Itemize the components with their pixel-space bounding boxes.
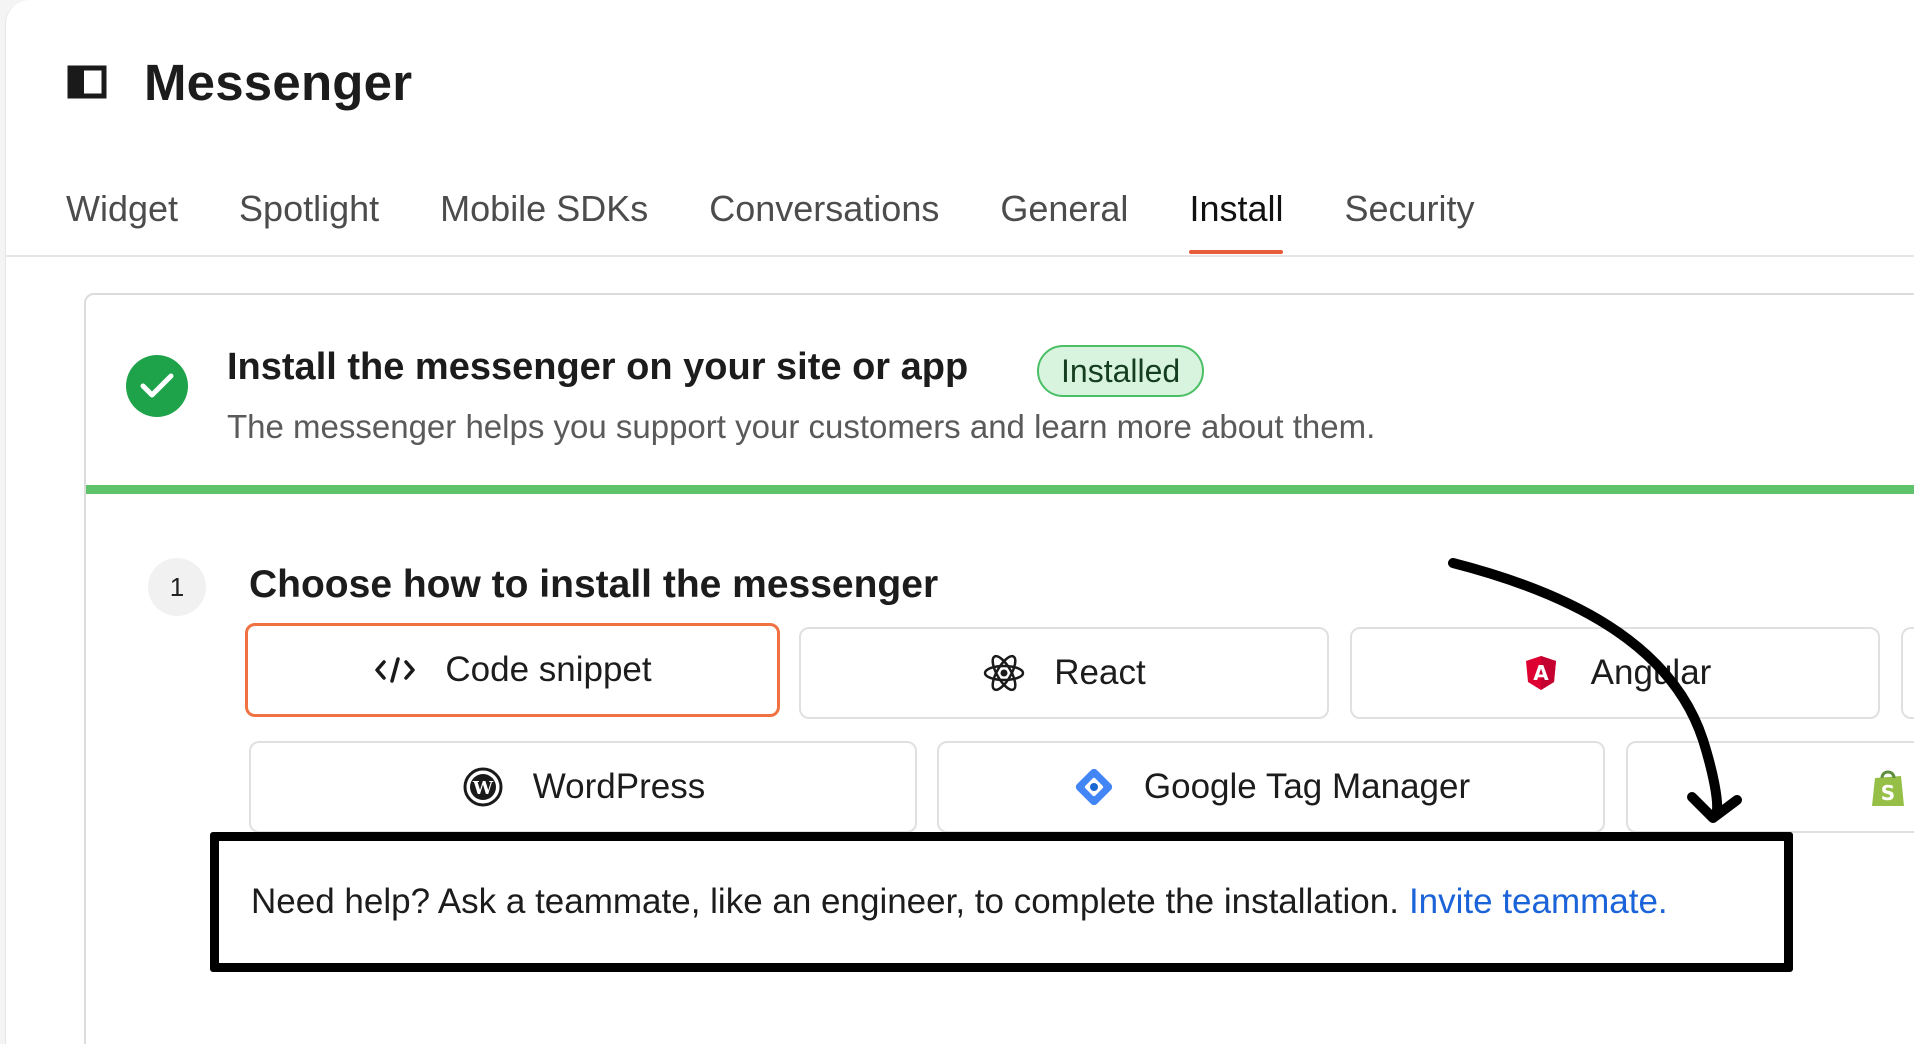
wordpress-icon: W <box>461 765 505 809</box>
tab-general[interactable]: General <box>1000 170 1128 256</box>
tab-conversations[interactable]: Conversations <box>709 170 939 256</box>
tab-security[interactable]: Security <box>1344 170 1474 256</box>
svg-text:W: W <box>472 778 494 799</box>
install-progress-bar <box>86 485 1914 494</box>
code-icon <box>373 648 417 692</box>
angular-icon: A <box>1519 651 1563 695</box>
help-text: Need help? Ask a teammate, like an engin… <box>251 882 1399 921</box>
invite-teammate-link[interactable]: Invite teammate. <box>1409 882 1668 922</box>
svg-text:A: A <box>1533 661 1549 685</box>
option-shopify[interactable]: S <box>1626 741 1914 833</box>
tab-spotlight[interactable]: Spotlight <box>239 170 379 256</box>
react-icon <box>982 651 1026 695</box>
settings-tabs: Widget Spotlight Mobile SDKs Conversatio… <box>66 170 1536 256</box>
status-badge: Installed <box>1037 345 1205 397</box>
option-react[interactable]: React <box>799 627 1329 719</box>
tab-widget[interactable]: Widget <box>66 170 178 256</box>
tabs-divider <box>6 255 1914 257</box>
option-more[interactable] <box>1901 627 1914 719</box>
checkmark-icon <box>126 355 188 417</box>
option-wordpress[interactable]: W WordPress <box>249 741 917 833</box>
step-title: Choose how to install the messenger <box>249 563 939 606</box>
option-code-snippet[interactable]: Code snippet <box>245 623 780 717</box>
tab-install[interactable]: Install <box>1189 170 1284 256</box>
option-label: React <box>1054 653 1146 692</box>
help-callout: Need help? Ask a teammate, like an engin… <box>210 832 1793 972</box>
sidebar-toggle-icon[interactable] <box>66 61 108 103</box>
shopify-icon: S <box>1866 765 1910 809</box>
tab-mobile-sdks[interactable]: Mobile SDKs <box>440 170 648 256</box>
option-google-tag-manager[interactable]: Google Tag Manager <box>937 741 1605 833</box>
svg-text:S: S <box>1881 781 1895 805</box>
install-card-subtitle: The messenger helps you support your cus… <box>227 408 1376 445</box>
option-angular[interactable]: A Angular <box>1350 627 1880 719</box>
install-card-title: Install the messenger on your site or ap… <box>227 346 969 388</box>
messenger-settings-window: Messenger Widget Spotlight Mobile SDKs C… <box>5 0 1914 1044</box>
page-header: Messenger <box>66 50 412 114</box>
page-title: Messenger <box>144 53 413 111</box>
step-number: 1 <box>148 558 206 616</box>
option-label: Angular <box>1590 653 1712 692</box>
option-label: Code snippet <box>445 650 652 689</box>
option-label: Google Tag Manager <box>1143 767 1471 806</box>
option-label: WordPress <box>532 767 706 806</box>
google-tag-manager-icon <box>1072 765 1116 809</box>
